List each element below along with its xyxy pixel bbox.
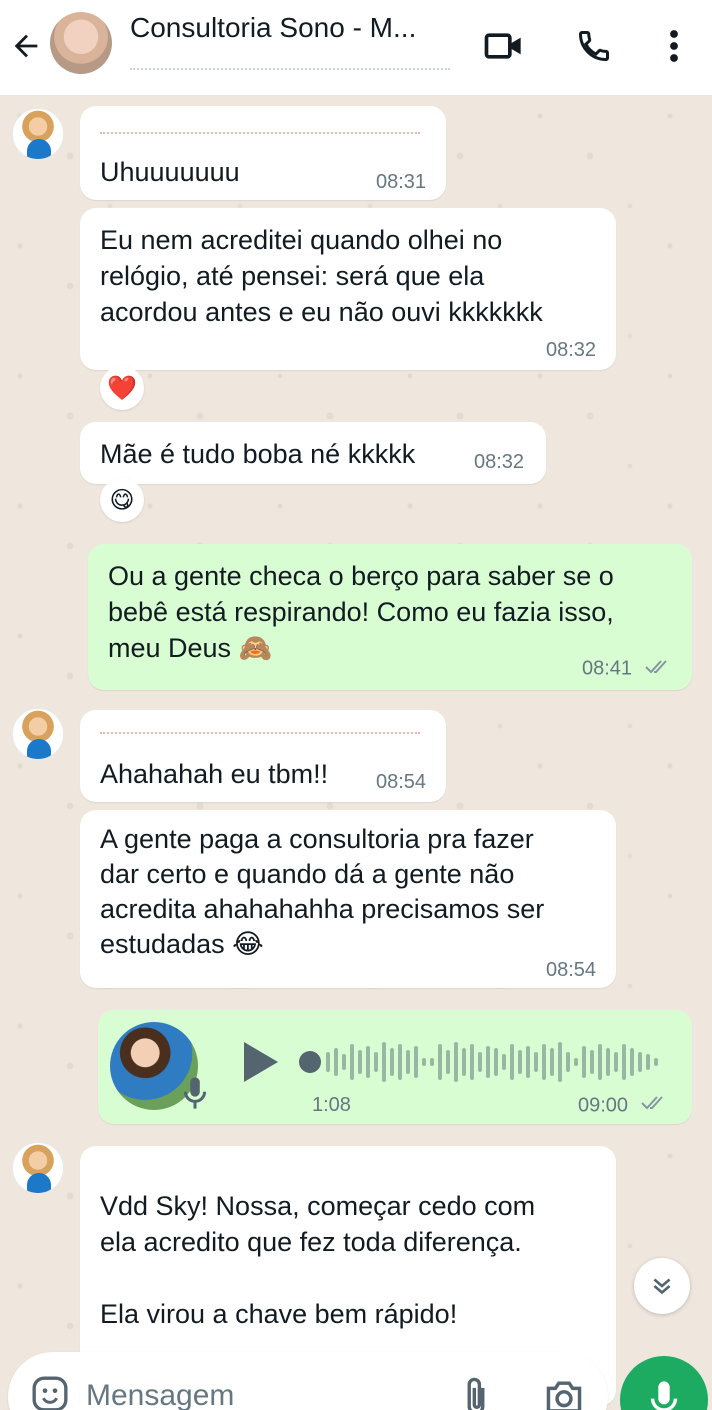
message-time: 08:41 [582,658,674,680]
sender-avatar[interactable] [12,108,64,160]
play-icon[interactable] [240,1040,280,1084]
message-text: A gente paga a consultoria pra fazer dar… [100,824,545,959]
message-time: 08:54 [546,959,597,981]
message-input[interactable] [86,1374,426,1410]
contact-status [130,60,450,70]
back-arrow-icon[interactable] [8,28,44,64]
double-chevron-down-icon [653,1278,671,1295]
message-composer [8,1352,608,1410]
sender-name [100,720,420,734]
message-bubble[interactable]: Ahahahah eu tbm!! 08:54 [80,710,446,802]
video-call-icon[interactable] [482,24,526,68]
more-options-icon[interactable] [652,24,696,68]
message-bubble[interactable]: Eu nem acreditei quando olhei no relógio… [80,208,616,370]
message-text: Uhuuuuuuu [100,157,240,187]
reaction-heart[interactable]: ❤️ [100,366,144,410]
mic-icon [180,1075,210,1111]
message-text: Ahahahah eu tbm!! [100,759,329,789]
microphone-icon [650,1381,678,1410]
message-time: 09:00 [578,1094,670,1118]
camera-icon[interactable] [543,1378,587,1410]
message-bubble-outgoing[interactable]: Ou a gente checa o berço para saber se o… [88,544,692,690]
read-ticks-icon [640,1094,670,1118]
sender-avatar[interactable] [12,1142,64,1194]
sender-name [100,120,420,134]
sender-avatar[interactable] [12,708,64,760]
scroll-down-button[interactable] [634,1258,690,1314]
message-text: Vdd Sky! Nossa, começar cedo com ela acr… [100,1191,536,1329]
message-time-label: 09:00 [578,1094,629,1117]
message-text: Ou a gente checa o berço para saber se o… [108,561,614,663]
message-time: 08:54 [376,771,427,793]
voice-duration: 1:08 [312,1094,351,1116]
contact-name[interactable]: Consultoria Sono - M... [130,12,416,44]
contact-avatar[interactable] [50,12,112,74]
chat-header: Consultoria Sono - M... [0,0,712,96]
paperclip-icon[interactable] [458,1376,498,1410]
message-text: Eu nem acreditei quando olhei no relógio… [100,225,543,327]
reaction-yum[interactable]: 😋 [100,478,144,522]
emoji-icon[interactable] [30,1374,74,1410]
message-bubble[interactable]: A gente paga a consultoria pra fazer dar… [80,810,616,988]
audio-waveform[interactable] [298,1040,668,1084]
phone-call-icon[interactable] [572,24,616,68]
read-ticks-icon [644,658,674,680]
message-time: 08:32 [474,451,525,473]
message-bubble[interactable]: Mãe é tudo boba né kkkkk 08:32 [80,422,546,484]
message-text: Mãe é tudo boba né kkkkk [100,439,416,469]
message-time: 08:31 [376,171,427,193]
message-time-label: 08:41 [582,657,633,680]
message-bubble[interactable]: Uhuuuuuuu 08:31 [80,106,446,200]
message-time: 08:32 [546,339,597,361]
